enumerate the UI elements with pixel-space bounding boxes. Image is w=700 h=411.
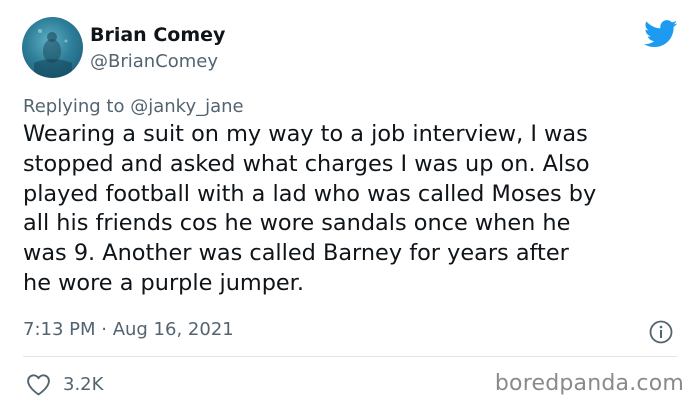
info-icon[interactable] [649, 320, 673, 344]
tweet-text-line: was 9. Another was called Barney for yea… [23, 240, 569, 267]
tweet-text-line: played football with a lad who was calle… [23, 180, 597, 207]
author-handle[interactable]: @BrianComey [90, 51, 218, 72]
tweet-text-line: he wore a purple jumper. [23, 269, 304, 296]
tweet-card: Brian Comey @BrianComey Replying to @jan… [0, 0, 700, 411]
avatar[interactable] [22, 17, 83, 78]
divider [23, 356, 677, 357]
like-button[interactable]: 3.2K [26, 372, 103, 396]
twitter-bird-icon[interactable] [644, 20, 678, 48]
heart-icon [27, 373, 50, 395]
tweet-text: Wearing a suit on my way to a job interv… [23, 120, 683, 299]
tweet-timestamp[interactable]: 7:13 PM · Aug 16, 2021 [23, 319, 234, 340]
author-display-name[interactable]: Brian Comey [90, 24, 225, 46]
tweet-text-line: stopped and asked what charges I was up … [23, 150, 590, 177]
like-count: 3.2K [63, 373, 104, 395]
reply-mention-link[interactable]: @janky_jane [130, 96, 243, 117]
reply-context: Replying to @janky_jane [23, 96, 244, 117]
tweet-text-line: all his friends cos he wore sandals once… [23, 210, 571, 237]
watermark: boredpanda.com [494, 371, 684, 396]
reply-prefix: Replying to [23, 96, 125, 117]
tweet-text-line: Wearing a suit on my way to a job interv… [23, 121, 588, 147]
